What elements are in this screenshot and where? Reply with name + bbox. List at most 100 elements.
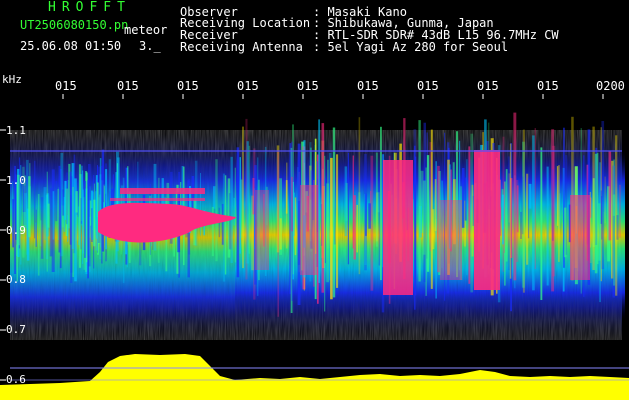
x-tick-label: 015 (417, 79, 439, 93)
signal-streak (499, 207, 502, 236)
signal-streak (103, 186, 105, 211)
signal-streak (240, 179, 243, 238)
signal-streak (513, 112, 517, 281)
signal-streak (600, 190, 602, 224)
signal-streak (76, 215, 78, 241)
x-tick-label: 015 (297, 79, 319, 93)
signal-streak (414, 145, 416, 310)
echo-col-4 (300, 185, 318, 275)
signal-streak (434, 179, 437, 232)
echo-col-1 (383, 160, 413, 295)
signal-streak (55, 181, 58, 222)
signal-streak (592, 126, 595, 270)
y-tick-label: 0.6 (6, 373, 26, 386)
signal-streak (353, 195, 356, 260)
x-tick-label: 015 (55, 79, 77, 93)
signal-streak (70, 176, 73, 283)
signal-streak (291, 141, 293, 301)
signal-streak (248, 145, 251, 254)
signal-streak (213, 186, 216, 209)
file-name: UT2506080150.pn (20, 18, 129, 32)
signal-streak (430, 129, 433, 289)
echo-line-upper (120, 188, 205, 194)
signal-streak (422, 180, 426, 255)
signal-streak (242, 126, 244, 269)
signal-streak (468, 146, 471, 284)
signal-streak (509, 143, 512, 279)
signal-streak (594, 153, 598, 274)
x-tick-label: 015 (177, 79, 199, 93)
signal-streak (556, 166, 559, 226)
signal-streak (552, 145, 556, 277)
signal-streak (90, 200, 92, 226)
signal-streak (194, 160, 198, 246)
signal-streak (526, 173, 529, 265)
signal-streak (58, 165, 61, 253)
signal-streak (616, 215, 619, 240)
x-tick-label: 0200 (596, 79, 625, 93)
signal-streak (321, 123, 325, 293)
signal-streak (520, 211, 522, 239)
y-tick-label: 0.9 (6, 224, 26, 237)
signal-streak (78, 164, 81, 268)
signal-streak (505, 169, 508, 262)
signal-streak (608, 151, 612, 241)
signal-streak (516, 179, 519, 262)
signal-streak (233, 197, 235, 226)
signal-streak (380, 126, 382, 281)
signal-streak (222, 173, 226, 282)
signal-streak (619, 184, 621, 238)
signal-streak (330, 157, 333, 300)
signal-streak (279, 218, 282, 250)
signal-streak (370, 155, 374, 291)
y-tick-label: 1.0 (6, 174, 26, 187)
signal-streak (365, 193, 367, 236)
signal-streak (336, 154, 339, 288)
signal-streak (503, 181, 505, 253)
y-tick-label: 0.7 (6, 323, 26, 336)
signal-streak (67, 215, 69, 242)
signal-streak (224, 175, 227, 275)
echo-col-2 (474, 150, 500, 290)
signal-streak (37, 194, 40, 276)
signal-streak (426, 155, 430, 272)
echo-line-mid (110, 198, 205, 201)
signal-streak (230, 156, 233, 263)
signal-streak (471, 184, 474, 257)
x-tick-label: 015 (357, 79, 379, 93)
signal-streak (521, 176, 524, 235)
signal-streak (347, 152, 349, 265)
signal-streak (558, 165, 560, 262)
signal-streak (40, 197, 44, 259)
signal-streak (234, 167, 236, 263)
signal-streak (559, 193, 561, 229)
signal-streak (324, 178, 326, 264)
signal-streak (246, 141, 249, 264)
signal-streak (540, 147, 543, 300)
signal-streak (93, 183, 95, 235)
x-tick-label: 015 (237, 79, 259, 93)
signal-streak (35, 209, 37, 247)
y-tick-label: 0.8 (6, 273, 26, 286)
signal-streak (418, 120, 421, 282)
signal-streak (368, 203, 371, 229)
signal-streak (332, 127, 336, 298)
signal-streak (546, 166, 549, 286)
signal-streak (294, 197, 297, 256)
signal-streak (215, 159, 218, 262)
echo-col-3 (570, 195, 590, 280)
app-brand: HROFFT (48, 0, 131, 15)
echo-col-6 (255, 190, 269, 270)
signal-streak (356, 204, 358, 253)
signal-streak (277, 150, 279, 317)
signal-streak (461, 168, 465, 228)
y-tick-label: 1.1 (6, 124, 26, 137)
signal-streak (47, 203, 50, 228)
signal-streak (49, 188, 53, 257)
signal-streak (604, 176, 606, 224)
x-tick-label: 015 (537, 79, 559, 93)
signal-streak (601, 121, 605, 270)
info-antenna-value: : 5el Yagi Az 280 for Seoul (313, 40, 509, 54)
echo-count: 3._ (139, 39, 161, 53)
info-antenna-key: Receiving Antenna (180, 40, 303, 54)
